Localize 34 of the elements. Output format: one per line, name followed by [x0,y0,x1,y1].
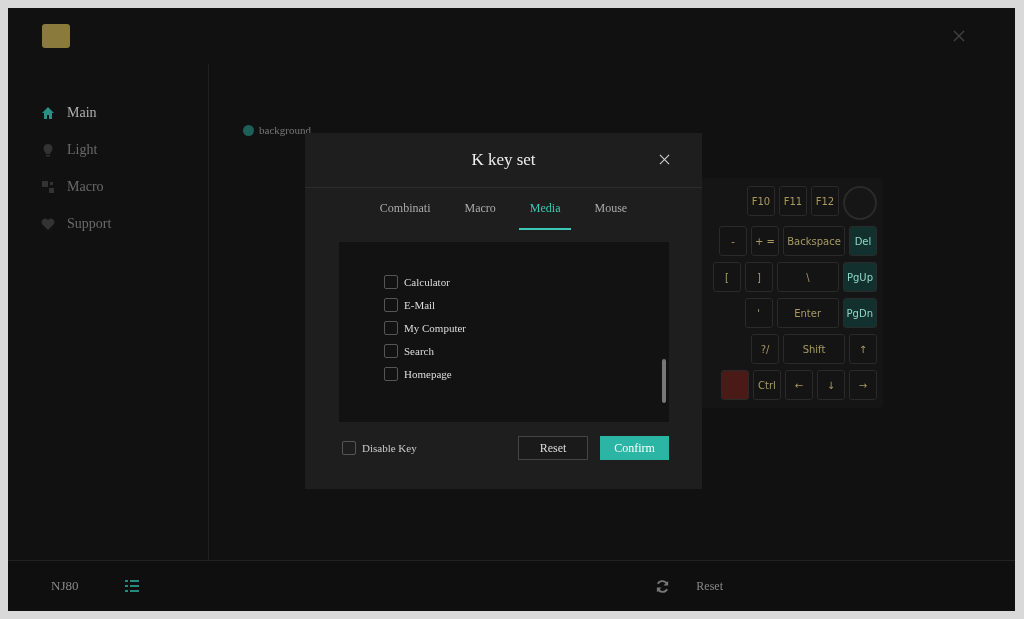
legend-label: background [259,124,311,136]
checkbox[interactable] [384,321,398,335]
sidebar-item[interactable]: Macro [8,176,208,197]
bulb-icon [41,142,55,157]
tab[interactable]: Mouse [583,188,639,230]
dialog-title: K key set [471,150,536,170]
checkbox[interactable] [384,298,398,312]
reset-link[interactable]: Reset [696,578,723,594]
sidebar-item[interactable]: Support [8,213,208,234]
tab[interactable]: Combinati [368,188,442,230]
tab[interactable]: Macro [453,188,507,230]
checkbox[interactable] [384,275,398,289]
option-label: Homepage [404,368,452,380]
device-name: NJ80 [51,578,80,594]
macro-icon [41,179,55,194]
sidebar-item[interactable]: Main [8,102,208,123]
refresh-icon[interactable] [655,578,671,594]
list-icon[interactable] [125,580,139,592]
checkbox[interactable] [342,441,356,455]
tab[interactable]: Media [518,188,572,230]
home-icon [41,105,55,120]
scrollbar-thumb[interactable] [662,359,666,403]
heart-icon [41,216,55,231]
logo-icon [42,24,70,48]
checkbox[interactable] [384,344,398,358]
option-label: Search [404,345,434,357]
legend-dot [243,124,254,136]
reset-button[interactable]: Reset [518,436,588,460]
sidebar-item[interactable]: Light [8,139,208,160]
option-label: E-Mail [404,299,436,311]
option-label: My Computer [404,322,467,334]
checkbox[interactable] [384,367,398,381]
option-label: Calculator [404,276,450,288]
disable-key-label: Disable Key [362,442,417,454]
